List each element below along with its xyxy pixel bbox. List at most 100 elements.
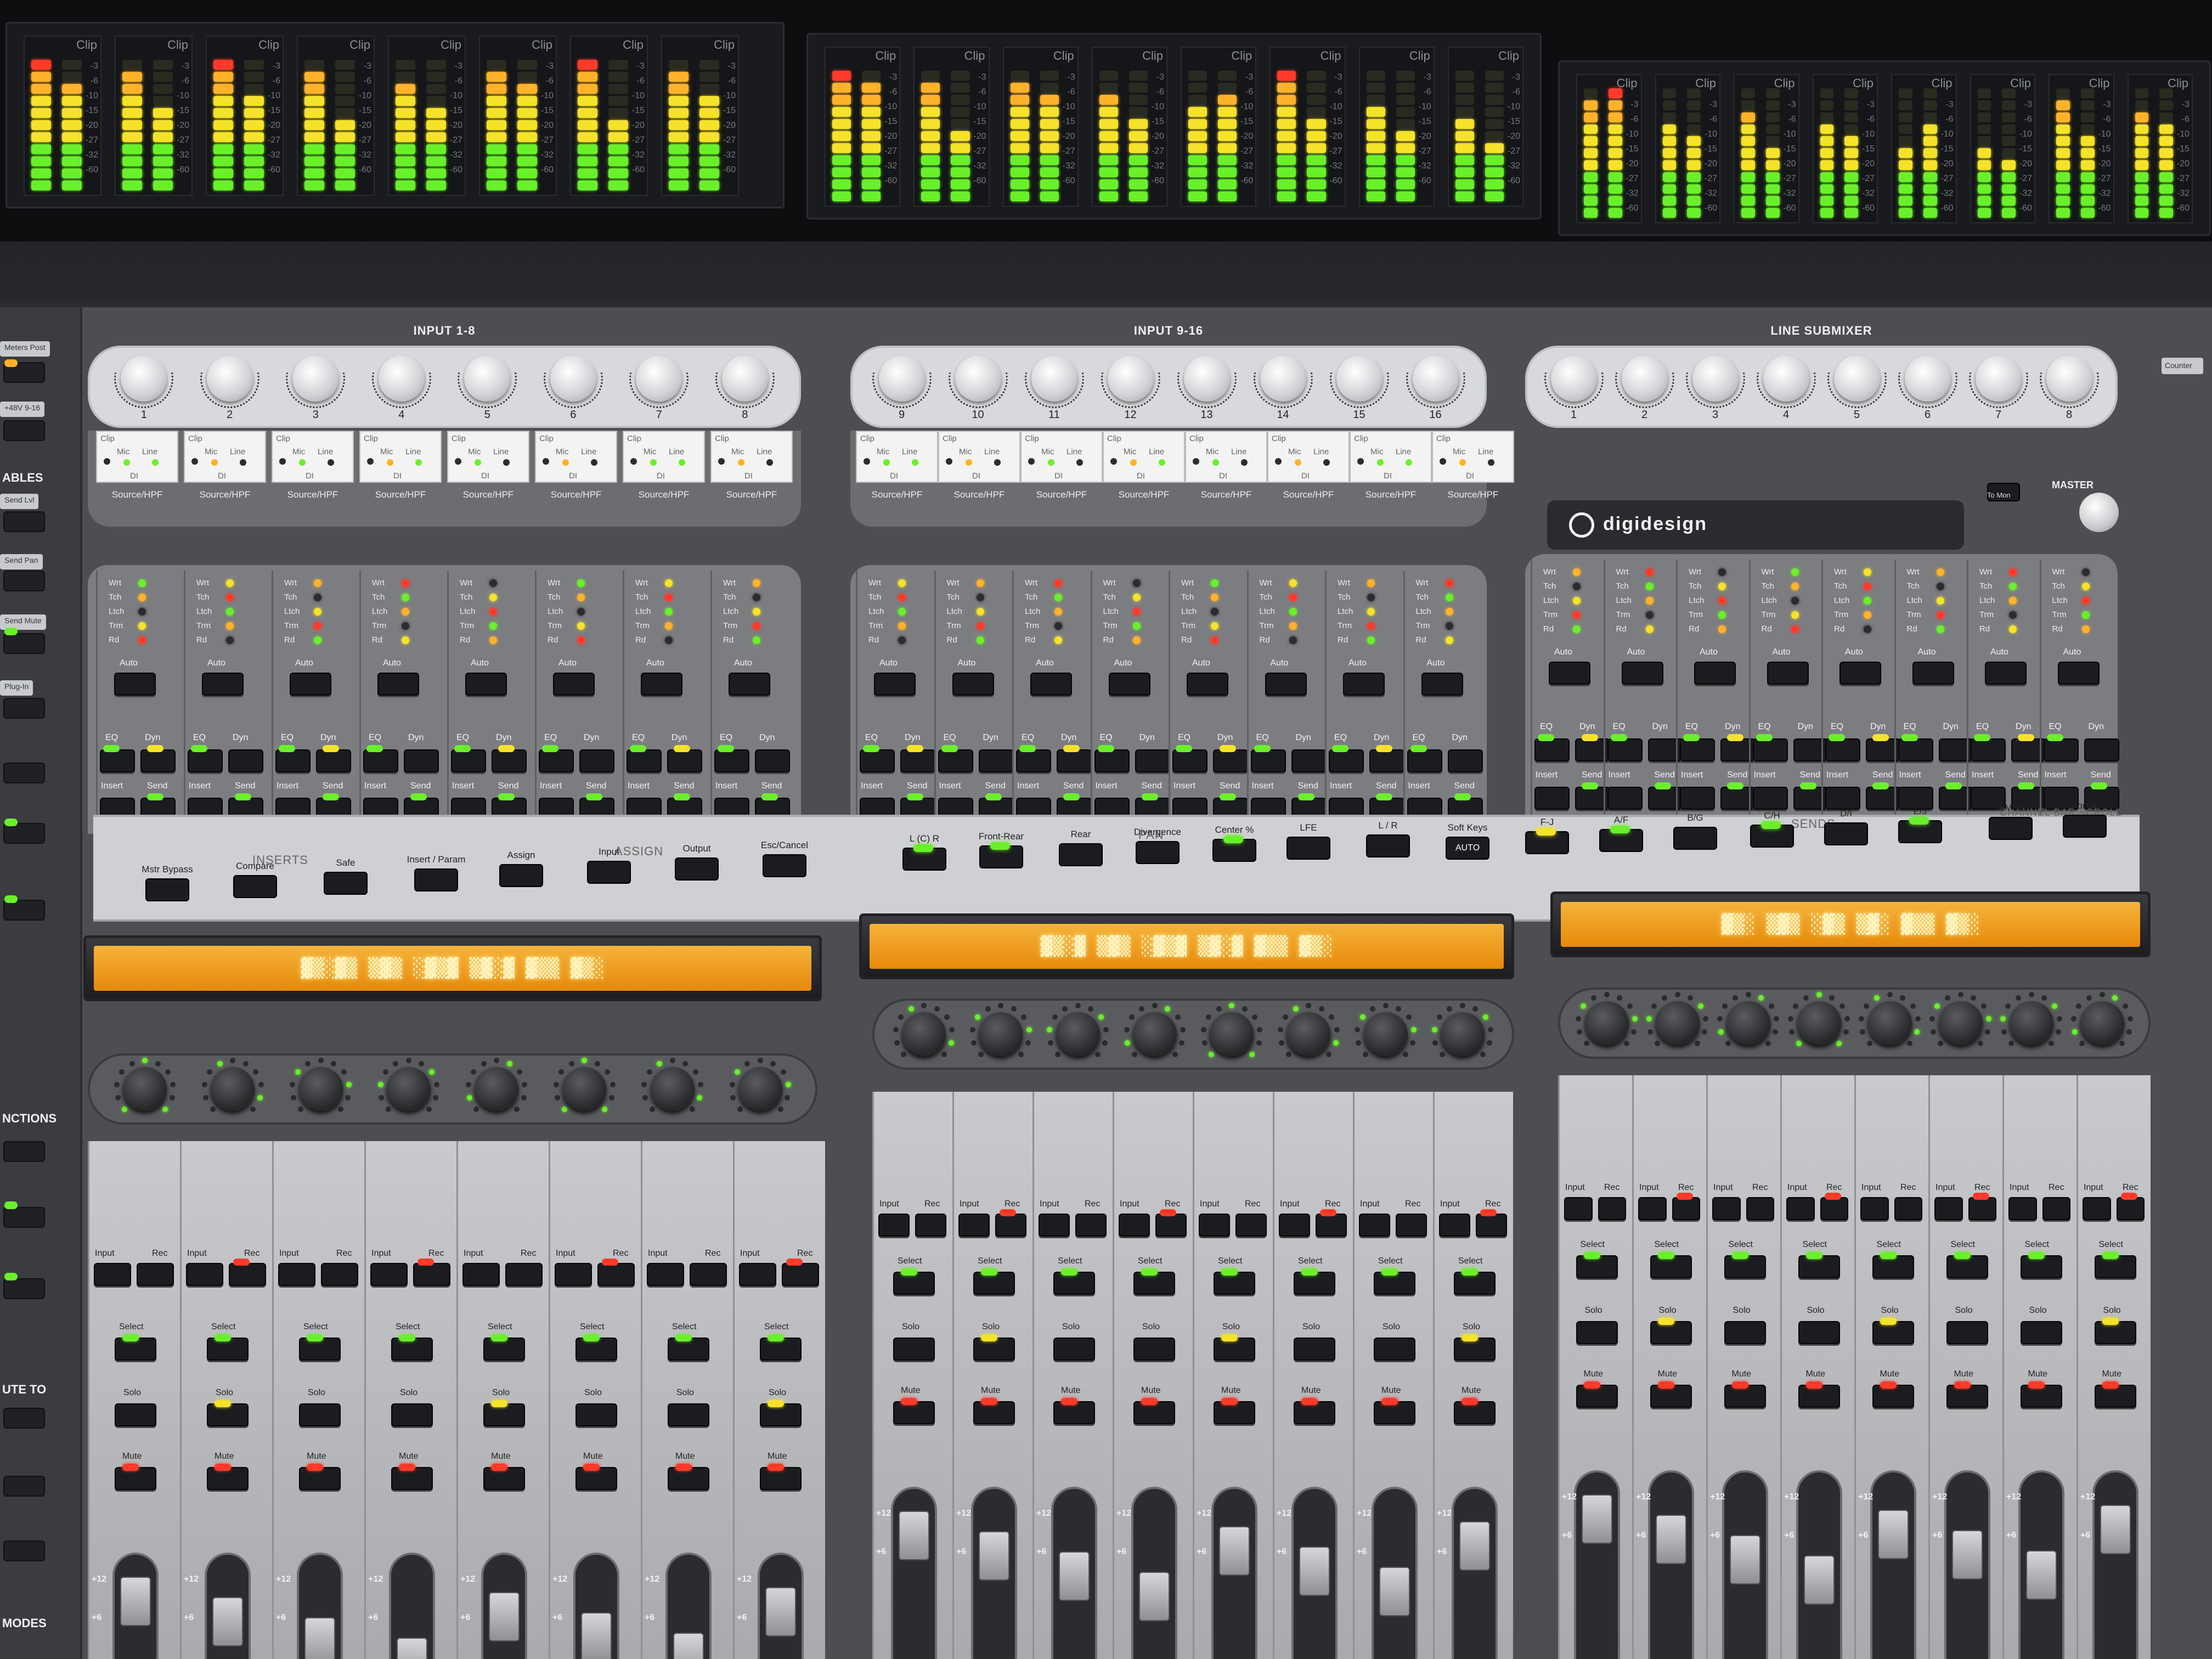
control-bar-button[interactable] xyxy=(1989,817,2033,840)
eq-button[interactable] xyxy=(1016,749,1051,772)
route-button-c[interactable] xyxy=(3,1541,45,1561)
auto-button[interactable] xyxy=(1343,673,1385,696)
dyn-button[interactable] xyxy=(2084,738,2119,761)
rec-button[interactable] xyxy=(1894,1197,1922,1220)
auto-button[interactable] xyxy=(1985,662,2027,685)
control-bar-button[interactable] xyxy=(1212,836,1256,862)
fader-cap[interactable] xyxy=(212,1597,243,1646)
dyn-button[interactable] xyxy=(140,749,176,772)
rotary-encoder[interactable] xyxy=(112,1056,178,1122)
eq-button[interactable] xyxy=(627,749,662,772)
auto-button[interactable] xyxy=(1187,673,1228,696)
input-button[interactable] xyxy=(186,1263,223,1286)
fader-cap[interactable] xyxy=(581,1612,612,1659)
eq-button[interactable] xyxy=(1971,738,2006,761)
solo-button[interactable] xyxy=(1374,1338,1415,1361)
dyn-button[interactable] xyxy=(579,749,614,772)
dyn-button[interactable] xyxy=(755,749,790,772)
trim-knob[interactable]: 6 xyxy=(1895,351,1961,422)
input-button[interactable] xyxy=(1039,1214,1070,1237)
solo-button[interactable] xyxy=(575,1403,617,1426)
eq-button[interactable] xyxy=(2043,738,2079,761)
input-button[interactable] xyxy=(1199,1214,1230,1237)
rotary-encoder[interactable] xyxy=(1122,1001,1188,1067)
eq-button[interactable] xyxy=(275,749,311,772)
fader-cap[interactable] xyxy=(1219,1526,1250,1576)
eq-button[interactable] xyxy=(188,749,223,772)
eq-button[interactable] xyxy=(1250,749,1286,772)
input-button[interactable] xyxy=(1712,1197,1741,1220)
input-button[interactable] xyxy=(1934,1197,1963,1220)
trim-knob[interactable]: 7 xyxy=(1966,351,2032,422)
trim-knob[interactable]: 6 xyxy=(540,351,606,422)
rotary-encoder[interactable] xyxy=(1716,990,1781,1056)
trim-knob[interactable]: 13 xyxy=(1174,351,1240,422)
rotary-encoder[interactable] xyxy=(288,1056,354,1122)
rotary-encoder[interactable] xyxy=(1786,990,1852,1056)
function-button-d[interactable] xyxy=(3,1141,45,1162)
control-bar-button[interactable] xyxy=(1366,834,1410,857)
rec-button[interactable] xyxy=(2116,1197,2145,1220)
rec-button[interactable] xyxy=(321,1263,358,1286)
rec-button[interactable] xyxy=(1746,1197,1774,1220)
rotary-encoder[interactable] xyxy=(551,1056,617,1122)
auto-button[interactable] xyxy=(952,673,994,696)
input-button[interactable] xyxy=(1439,1214,1470,1237)
rotary-encoder[interactable] xyxy=(968,1001,1034,1067)
auto-button[interactable] xyxy=(465,673,507,696)
fader-cap[interactable] xyxy=(1877,1510,1909,1559)
rotary-encoder[interactable] xyxy=(1353,1001,1419,1067)
control-bar-button[interactable] xyxy=(675,857,719,881)
trim-knob[interactable]: 5 xyxy=(1824,351,1890,422)
rec-button[interactable] xyxy=(1968,1197,1996,1220)
trim-knob[interactable]: 3 xyxy=(283,351,348,422)
fader-cap[interactable] xyxy=(1655,1515,1686,1564)
eq-button[interactable] xyxy=(539,749,574,772)
rec-button[interactable] xyxy=(1235,1214,1267,1237)
trim-knob[interactable]: 9 xyxy=(869,351,935,422)
rotary-encoder[interactable] xyxy=(464,1056,529,1122)
rec-button[interactable] xyxy=(690,1263,727,1286)
control-bar-button[interactable] xyxy=(414,868,458,891)
input-button[interactable] xyxy=(94,1263,131,1286)
rec-button[interactable] xyxy=(1155,1214,1187,1237)
fader-cap[interactable] xyxy=(120,1577,151,1626)
auto-button[interactable] xyxy=(1694,662,1736,685)
fader-cap[interactable] xyxy=(2100,1505,2131,1554)
trim-knob[interactable]: 4 xyxy=(369,351,435,422)
trim-knob[interactable]: 14 xyxy=(1250,351,1316,422)
rec-button[interactable] xyxy=(229,1263,266,1286)
eq-button[interactable] xyxy=(451,749,486,772)
auto-button[interactable] xyxy=(729,673,770,696)
control-bar-button[interactable] xyxy=(1136,841,1180,864)
input-button[interactable] xyxy=(2083,1197,2111,1220)
trim-knob[interactable]: 16 xyxy=(1403,351,1469,422)
dyn-button[interactable] xyxy=(1213,749,1248,772)
send-pan-button[interactable] xyxy=(3,571,45,591)
auto-button[interactable] xyxy=(290,673,331,696)
fader-cap[interactable] xyxy=(673,1633,704,1659)
auto-button[interactable] xyxy=(1549,662,1590,685)
auto-button[interactable] xyxy=(202,673,244,696)
trim-knob[interactable]: 8 xyxy=(2036,351,2102,422)
trim-knob[interactable]: 2 xyxy=(197,351,263,422)
auto-button[interactable] xyxy=(1108,673,1150,696)
auto-button[interactable] xyxy=(641,673,682,696)
trim-knob[interactable]: 7 xyxy=(626,351,692,422)
rotary-encoder[interactable] xyxy=(1045,1001,1111,1067)
insert-button[interactable] xyxy=(1825,787,1860,810)
input-button[interactable] xyxy=(370,1263,408,1286)
eq-button[interactable] xyxy=(1898,738,1933,761)
plug-in-button[interactable] xyxy=(3,698,45,719)
control-bar-button[interactable] xyxy=(1750,821,1794,848)
rec-button[interactable] xyxy=(1672,1197,1700,1220)
input-button[interactable] xyxy=(958,1214,990,1237)
fader-cap[interactable] xyxy=(304,1617,335,1659)
control-bar-button[interactable] xyxy=(979,842,1023,868)
dyn-button[interactable] xyxy=(316,749,351,772)
control-bar-button[interactable] xyxy=(1286,837,1330,860)
fader-cap[interactable] xyxy=(1951,1530,1983,1579)
dyn-button[interactable] xyxy=(228,749,263,772)
fader-cap[interactable] xyxy=(1139,1572,1170,1621)
solo-button[interactable] xyxy=(2020,1321,2062,1344)
